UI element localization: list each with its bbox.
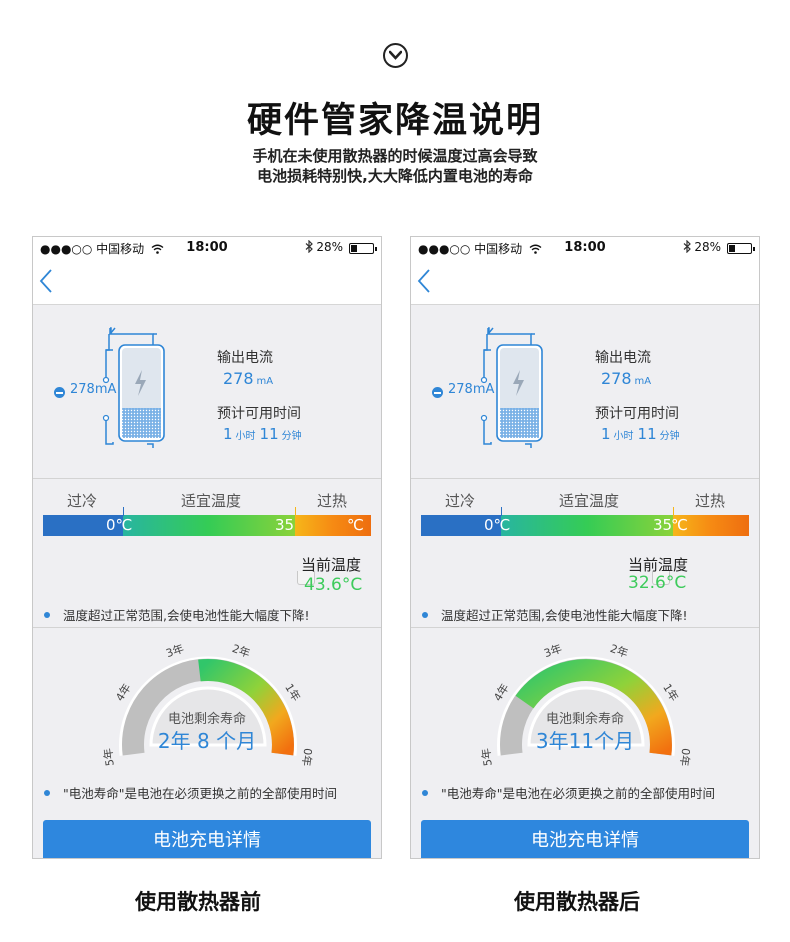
status-bar: ●●●○○ 中国移动 18:00 28% bbox=[33, 237, 381, 260]
status-bar: ●●●○○ 中国移动 18:00 28% bbox=[411, 237, 759, 260]
temp-bar-label-35: 35 bbox=[275, 516, 295, 534]
battery-percent: 28% bbox=[694, 240, 721, 254]
zone-label-cold: 过冷 bbox=[67, 492, 98, 510]
phone-screen-before: ●●●○○ 中国移动 18:00 28% 278mA 输出电流 278 mA 预… bbox=[32, 236, 382, 859]
temperature-bar: 0℃ 35 ℃ bbox=[43, 507, 371, 585]
temp-bar-label-unit: ℃ bbox=[347, 516, 364, 534]
temp-bar-label-35: 35 bbox=[653, 516, 673, 534]
back-button[interactable] bbox=[39, 268, 53, 298]
output-current-label: 输出电流 bbox=[217, 350, 273, 366]
charging-details-button[interactable]: 电池充电详情 bbox=[421, 820, 749, 858]
temperature-section: 过冷 适宜温度 过热 0℃ 35 ℃ 当前温度 43.6°C 温度超过正常范围,… bbox=[33, 479, 381, 627]
battery-icon bbox=[727, 243, 755, 254]
battery-life-note: "电池寿命"是电池在必须更换之前的全部使用时间 bbox=[422, 783, 715, 802]
current-temp-label: 当前温度 bbox=[301, 556, 362, 574]
scroll-down-icon bbox=[383, 43, 408, 68]
temperature-note: 温度超过正常范围,会使电池性能大幅度下降! bbox=[422, 605, 688, 624]
gauge-tick-label: 1年 bbox=[660, 681, 681, 704]
bluetooth-icon bbox=[683, 239, 691, 256]
gauge-tick-label: 3年 bbox=[164, 641, 186, 660]
current-temp-label: 当前温度 bbox=[628, 556, 689, 574]
gauge-tick-label: 2年 bbox=[230, 641, 252, 660]
zone-label-hot: 过热 bbox=[695, 492, 726, 510]
temp-bar-label-0: 0℃ bbox=[106, 516, 133, 534]
caption-after: 使用散热器后 bbox=[514, 890, 640, 914]
temperature-section: 过冷 适宜温度 过热 0℃ 35 ℃ 当前温度 32.6°C 温度超过正常范围,… bbox=[411, 479, 759, 627]
zone-label-cold: 过冷 bbox=[445, 492, 476, 510]
bullet-dot bbox=[44, 612, 50, 618]
temperature-bar: 0℃ 35 ℃ bbox=[421, 507, 749, 585]
nav-bar bbox=[411, 260, 759, 305]
temp-bar-ok-segment bbox=[501, 515, 673, 536]
phone-screen-after: ●●●○○ 中国移动 18:00 28% 278mA 输出电流 278 mA 预… bbox=[410, 236, 760, 859]
output-current-value: 278 mA bbox=[601, 369, 652, 388]
caption-before: 使用散热器前 bbox=[135, 890, 261, 914]
page-title: 硬件管家降温说明 bbox=[246, 101, 543, 141]
bullet-dot bbox=[422, 612, 428, 618]
estimated-time-label: 预计可用时间 bbox=[217, 406, 301, 422]
output-current-label: 输出电流 bbox=[595, 350, 651, 366]
zone-label-hot: 过热 bbox=[317, 492, 348, 510]
page-subtitle-line-2: 电池损耗特别快,大大降低内置电池的寿命 bbox=[257, 167, 533, 185]
minus-circle-icon bbox=[54, 387, 65, 398]
chevron-left-icon bbox=[417, 269, 430, 293]
gauge-tick-label: 4年 bbox=[112, 681, 133, 704]
battery-life-section: 5年 4年 3年 2年 1年 0年 电池剩余寿命 3年11个月 "电池寿命"是电池在必须更… bbox=[411, 628, 759, 818]
zone-label-ok: 适宜温度 bbox=[181, 492, 242, 510]
gauge-tick-label: 3年 bbox=[542, 641, 564, 660]
battery-percent: 28% bbox=[316, 240, 343, 254]
battery-info-section: 278mA 输出电流 278 mA 预计可用时间 1 小时 11 分钟 bbox=[33, 305, 381, 478]
battery-life-value: 3年11个月 bbox=[535, 729, 635, 753]
zone-label-ok: 适宜温度 bbox=[559, 492, 620, 510]
back-button[interactable] bbox=[417, 268, 431, 298]
battery-life-gauge: 5年4年3年 2年1年0年 bbox=[479, 641, 694, 767]
estimated-time-label: 预计可用时间 bbox=[595, 406, 679, 422]
current-draw-value: 278mA bbox=[70, 382, 117, 397]
temp-bar-label-0: 0℃ bbox=[484, 516, 511, 534]
battery-life-gauge: 5年4年3年 2年1年0年 bbox=[101, 641, 316, 767]
battery-life-note: "电池寿命"是电池在必须更换之前的全部使用时间 bbox=[44, 783, 337, 802]
gauge-tick-label: 1年 bbox=[282, 681, 303, 704]
page-subtitle-line-1: 手机在未使用散热器的时候温度过高会导致 bbox=[252, 147, 538, 165]
gauge-tick-label: 4年 bbox=[490, 681, 511, 704]
bluetooth-icon bbox=[305, 239, 313, 256]
estimated-time-value: 1 小时 11 分钟 bbox=[601, 425, 680, 443]
temp-bar-ok-segment bbox=[123, 515, 295, 536]
estimated-time-value: 1 小时 11 分钟 bbox=[223, 425, 302, 443]
battery-icon bbox=[349, 243, 377, 254]
current-draw-value: 278mA bbox=[448, 382, 495, 397]
battery-info-section: 278mA 输出电流 278 mA 预计可用时间 1 小时 11 分钟 bbox=[411, 305, 759, 478]
minus-circle-icon bbox=[432, 387, 443, 398]
temp-bar-label-unit: ℃ bbox=[671, 516, 688, 534]
output-current-value: 278 mA bbox=[223, 369, 274, 388]
chevron-left-icon bbox=[39, 269, 52, 293]
battery-life-value: 2年 8 个月 bbox=[157, 729, 257, 753]
temperature-note: 温度超过正常范围,会使电池性能大幅度下降! bbox=[44, 605, 310, 624]
current-temp-value: 32.6°C bbox=[628, 573, 687, 593]
gauge-tick-label: 2年 bbox=[608, 641, 630, 660]
nav-bar bbox=[33, 260, 381, 305]
charging-details-button[interactable]: 电池充电详情 bbox=[43, 820, 371, 858]
bullet-dot bbox=[44, 790, 50, 796]
battery-life-section: 5年 4年 3年 2年 1年 0年 电池剩余寿命 2年 8 个月 "电池寿命"是电池在必须… bbox=[33, 628, 381, 818]
bullet-dot bbox=[422, 790, 428, 796]
current-temp-value: 43.6°C bbox=[304, 575, 363, 595]
